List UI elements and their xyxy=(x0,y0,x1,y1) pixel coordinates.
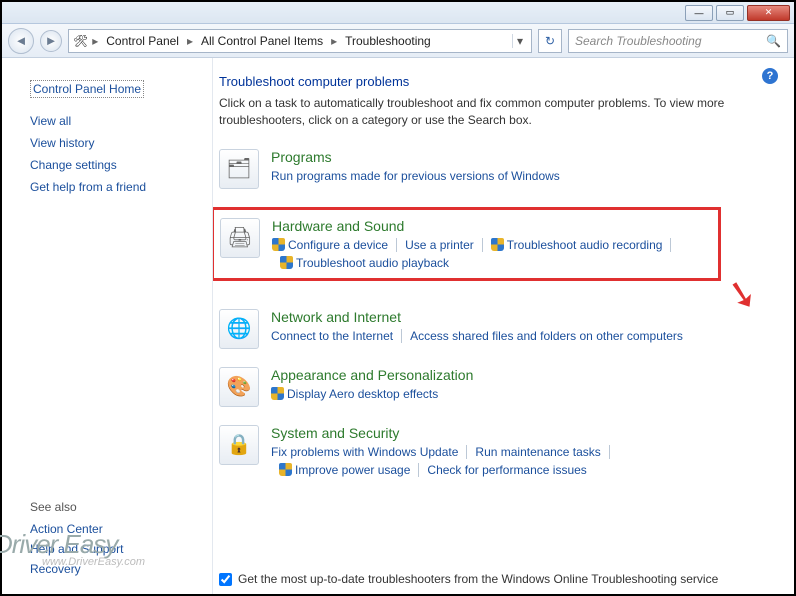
breadcrumb-item[interactable]: Troubleshooting xyxy=(341,34,435,48)
forward-button[interactable]: ► xyxy=(40,30,62,52)
breadcrumb-item[interactable]: Control Panel xyxy=(102,34,183,48)
category-row: 🔒 System and Security Fix problems with Wi… xyxy=(219,425,774,477)
search-placeholder: Search Troubleshooting xyxy=(575,34,702,48)
troubleshooter-link[interactable]: Display Aero desktop effects xyxy=(271,387,446,401)
category-row: 🗂 Programs Run programs made for previous … xyxy=(219,149,774,189)
sidebar: Control Panel Home View all View history… xyxy=(2,58,212,594)
troubleshooter-link[interactable]: Run programs made for previous versions … xyxy=(271,169,568,183)
link-label: Fix problems with Windows Update xyxy=(271,445,458,459)
chevron-right-icon: ▸ xyxy=(329,34,339,48)
control-panel-icon: 🛠 xyxy=(73,34,88,48)
link-label: Troubleshoot audio recording xyxy=(507,238,663,252)
maximize-button[interactable]: ▭ xyxy=(716,5,744,21)
sidebar-item-action-center[interactable]: Action Center xyxy=(30,522,123,536)
sidebar-item-view-all[interactable]: View all xyxy=(30,114,212,128)
troubleshooter-link[interactable]: Troubleshoot audio recording xyxy=(483,238,672,252)
link-label: Improve power usage xyxy=(295,463,410,477)
address-dropdown[interactable]: ▾ xyxy=(512,34,527,48)
shield-icon xyxy=(280,256,293,269)
highlighted-category: 🖨 Hardware and Sound Configure a device Use… xyxy=(212,207,721,281)
troubleshooter-link[interactable]: Access shared files and folders on other… xyxy=(402,329,691,343)
link-label: Configure a device xyxy=(288,238,388,252)
footer-bar: Get the most up-to-date troubleshooters … xyxy=(219,572,774,586)
minimize-button[interactable]: — xyxy=(685,5,713,21)
troubleshooter-link[interactable]: Connect to the Internet xyxy=(271,329,402,343)
shield-icon xyxy=(271,387,284,400)
page-title: Troubleshoot computer problems xyxy=(219,74,774,89)
breadcrumb-item[interactable]: All Control Panel Items xyxy=(197,34,327,48)
troubleshooter-link[interactable]: Troubleshoot audio playback xyxy=(272,256,457,270)
category-icon: 🖨 xyxy=(220,218,260,258)
address-bar[interactable]: 🛠 ▸ Control Panel ▸ All Control Panel It… xyxy=(68,29,532,53)
category-icon: 🗂 xyxy=(219,149,259,189)
search-input[interactable]: Search Troubleshooting 🔍 xyxy=(568,29,788,53)
refresh-button[interactable]: ↻ xyxy=(538,29,562,53)
link-label: Run programs made for previous versions … xyxy=(271,169,560,183)
sidebar-item-recovery[interactable]: Recovery xyxy=(30,562,123,576)
category-title[interactable]: System and Security xyxy=(271,425,774,441)
link-label: Connect to the Internet xyxy=(271,329,393,343)
sidebar-item-change-settings[interactable]: Change settings xyxy=(30,158,212,172)
link-label: Check for performance issues xyxy=(427,463,586,477)
footer-label: Get the most up-to-date troubleshooters … xyxy=(238,572,718,586)
category-row: 🎨 Appearance and Personalization Display A… xyxy=(219,367,774,407)
sidebar-item-help-support[interactable]: Help and Support xyxy=(30,542,123,556)
category-title[interactable]: Programs xyxy=(271,149,774,165)
link-label: Run maintenance tasks xyxy=(475,445,600,459)
troubleshooter-link[interactable]: Check for performance issues xyxy=(419,463,594,477)
window-titlebar: — ▭ ✕ xyxy=(2,2,794,24)
category-row: 🌐 Network and Internet Connect to the Inte… xyxy=(219,309,774,349)
main-content: ? Troubleshoot computer problems Click o… xyxy=(212,58,794,594)
category-title[interactable]: Appearance and Personalization xyxy=(271,367,774,383)
troubleshooter-link[interactable]: Run maintenance tasks xyxy=(467,445,609,459)
close-button[interactable]: ✕ xyxy=(747,5,790,21)
control-panel-home-link[interactable]: Control Panel Home xyxy=(30,80,144,98)
link-label: Troubleshoot audio playback xyxy=(296,256,449,270)
troubleshooter-link[interactable]: Improve power usage xyxy=(271,463,419,477)
chevron-right-icon: ▸ xyxy=(185,34,195,48)
category-icon: 🌐 xyxy=(219,309,259,349)
back-button[interactable]: ◄ xyxy=(8,28,34,54)
link-label: Access shared files and folders on other… xyxy=(410,329,683,343)
troubleshooter-link[interactable]: Use a printer xyxy=(397,238,483,252)
sidebar-item-view-history[interactable]: View history xyxy=(30,136,212,150)
category-icon: 🎨 xyxy=(219,367,259,407)
category-row: 🖨 Hardware and Sound Configure a device Use… xyxy=(219,207,774,295)
category-icon: 🔒 xyxy=(219,425,259,465)
link-label: Use a printer xyxy=(405,238,474,252)
chevron-right-icon: ▸ xyxy=(90,34,100,48)
online-troubleshooters-checkbox[interactable] xyxy=(219,573,232,586)
shield-icon xyxy=(491,238,504,251)
shield-icon xyxy=(279,463,292,476)
troubleshooter-link[interactable]: Configure a device xyxy=(272,238,397,252)
shield-icon xyxy=(272,238,285,251)
navigation-bar: ◄ ► 🛠 ▸ Control Panel ▸ All Control Pane… xyxy=(2,24,794,58)
link-label: Display Aero desktop effects xyxy=(287,387,438,401)
sidebar-item-get-help[interactable]: Get help from a friend xyxy=(30,180,212,194)
category-title[interactable]: Hardware and Sound xyxy=(272,218,712,234)
see-also-label: See also xyxy=(30,500,77,514)
page-subtitle: Click on a task to automatically trouble… xyxy=(219,95,739,129)
help-icon[interactable]: ? xyxy=(762,68,778,84)
troubleshooter-link[interactable]: Fix problems with Windows Update xyxy=(271,445,467,459)
category-title[interactable]: Network and Internet xyxy=(271,309,774,325)
search-icon: 🔍 xyxy=(766,34,781,48)
